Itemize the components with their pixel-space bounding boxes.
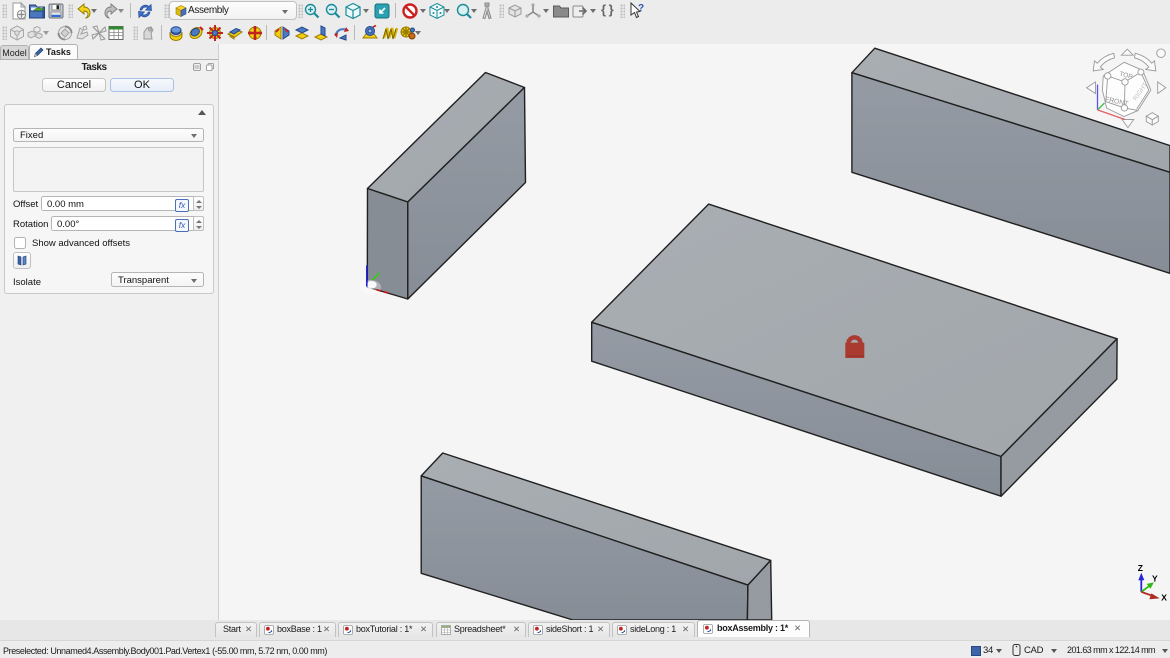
svg-text:Y: Y: [1152, 574, 1158, 584]
svg-text:?: ?: [638, 3, 644, 14]
svg-text:X: X: [1161, 593, 1167, 603]
svg-text:Z: Z: [1138, 563, 1143, 573]
